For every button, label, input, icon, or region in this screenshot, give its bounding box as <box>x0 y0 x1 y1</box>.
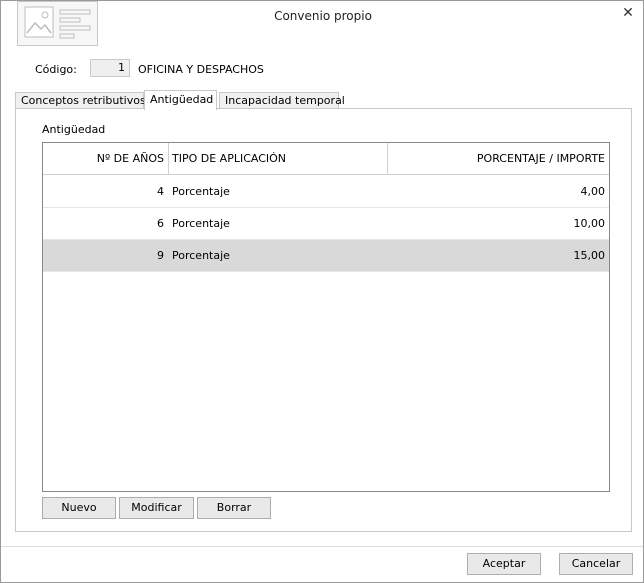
tab-antiguedad[interactable]: Antigüedad <box>144 90 217 110</box>
form-icon <box>17 1 98 46</box>
code-label: Código: <box>35 63 77 76</box>
column-separator <box>168 143 169 175</box>
antiguedad-table: Nº DE AÑOS TIPO DE APLICACIÓN PORCENTAJE… <box>42 142 610 492</box>
cell-years: 9 <box>157 249 164 262</box>
delete-button[interactable]: Borrar <box>197 497 271 519</box>
table-row-selected[interactable]: 9 Porcentaje 15,00 <box>43 240 609 272</box>
column-amount[interactable]: PORCENTAJE / IMPORTE <box>391 143 605 175</box>
cell-years: 4 <box>157 185 164 198</box>
footer-divider <box>1 546 643 547</box>
column-separator <box>387 143 388 175</box>
cancel-button[interactable]: Cancelar <box>559 553 633 575</box>
tab-incapacidad-temporal[interactable]: Incapacidad temporal <box>219 92 345 109</box>
dialog-window: Convenio propio ✕ Código: 1 OFICINA Y DE… <box>0 0 644 583</box>
cell-type: Porcentaje <box>172 249 230 262</box>
cell-type: Porcentaje <box>172 185 230 198</box>
accept-button[interactable]: Aceptar <box>467 553 541 575</box>
tab-conceptos-retributivos[interactable]: Conceptos retributivos <box>15 92 146 109</box>
window-title: Convenio propio <box>274 9 372 23</box>
cell-amount: 4,00 <box>580 185 606 198</box>
column-years[interactable]: Nº DE AÑOS <box>43 143 164 175</box>
cell-amount: 15,00 <box>573 249 606 262</box>
code-description: OFICINA Y DESPACHOS <box>138 63 264 76</box>
table-header: Nº DE AÑOS TIPO DE APLICACIÓN PORCENTAJE… <box>43 143 609 175</box>
code-field[interactable]: 1 <box>90 59 130 77</box>
cell-years: 6 <box>157 217 164 230</box>
cell-amount: 10,00 <box>573 217 606 230</box>
column-type[interactable]: TIPO DE APLICACIÓN <box>172 143 382 175</box>
table-row[interactable]: 6 Porcentaje 10,00 <box>43 208 609 240</box>
new-button[interactable]: Nuevo <box>42 497 116 519</box>
edit-button[interactable]: Modificar <box>119 497 194 519</box>
table-row[interactable]: 4 Porcentaje 4,00 <box>43 176 609 208</box>
close-icon[interactable]: ✕ <box>617 4 639 22</box>
section-title: Antigüedad <box>42 123 106 136</box>
cell-type: Porcentaje <box>172 217 230 230</box>
